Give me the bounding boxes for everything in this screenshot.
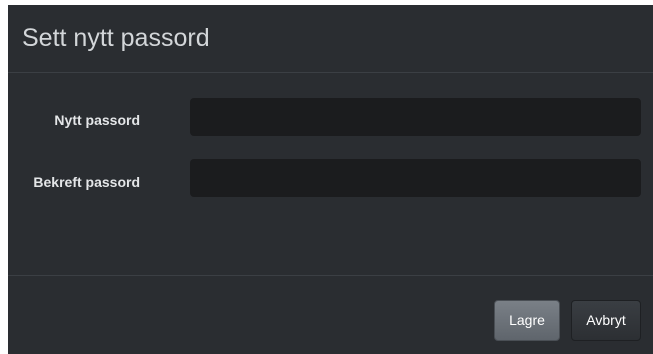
new-password-input[interactable] — [190, 98, 641, 136]
confirm-password-label: Bekreft passord — [33, 174, 140, 190]
dialog-header: Sett nytt passord — [8, 5, 653, 73]
confirm-password-input[interactable] — [190, 159, 641, 197]
dialog-title: Sett nytt passord — [22, 24, 210, 52]
cancel-button[interactable]: Avbryt — [571, 300, 641, 341]
dialog-body: Nytt passord Bekreft passord — [8, 73, 653, 275]
save-button[interactable]: Lagre — [494, 300, 560, 341]
set-password-dialog: Sett nytt passord Nytt passord Bekreft p… — [8, 5, 653, 354]
dialog-footer: Lagre Avbryt — [8, 275, 653, 354]
new-password-label: Nytt passord — [54, 112, 140, 128]
